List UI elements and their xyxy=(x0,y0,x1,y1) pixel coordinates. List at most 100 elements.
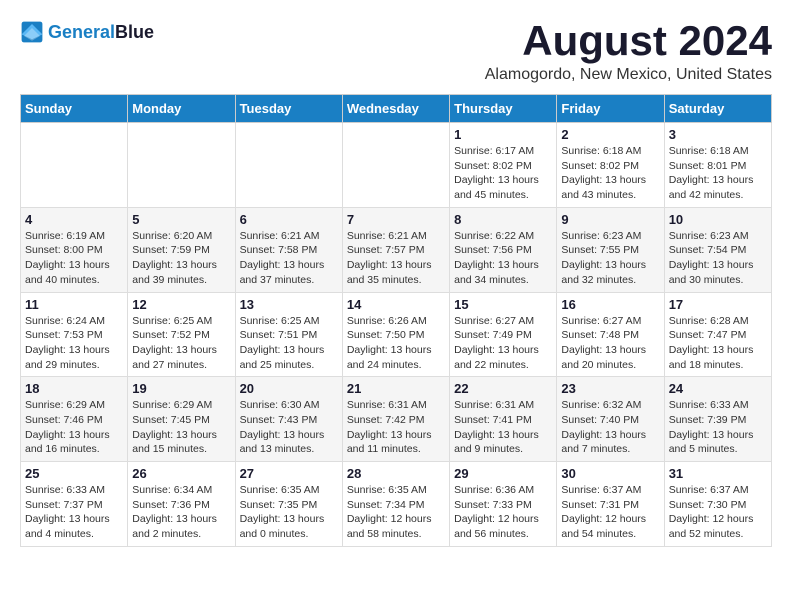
logo-icon xyxy=(20,20,44,44)
day-number: 5 xyxy=(132,212,230,227)
day-number: 18 xyxy=(25,381,123,396)
day-number: 7 xyxy=(347,212,445,227)
calendar-cell: 22 Sunrise: 6:31 AM Sunset: 7:41 PM Dayli… xyxy=(450,377,557,462)
day-number: 31 xyxy=(669,466,767,481)
day-header-monday: Monday xyxy=(128,95,235,123)
day-info: Sunrise: 6:32 AM Sunset: 7:40 PM Dayligh… xyxy=(561,398,659,457)
day-number: 14 xyxy=(347,297,445,312)
day-info: Sunrise: 6:29 AM Sunset: 7:46 PM Dayligh… xyxy=(25,398,123,457)
calendar-week-2: 4 Sunrise: 6:19 AM Sunset: 8:00 PM Daylig… xyxy=(21,207,772,292)
day-info: Sunrise: 6:25 AM Sunset: 7:51 PM Dayligh… xyxy=(240,314,338,373)
day-info: Sunrise: 6:27 AM Sunset: 7:48 PM Dayligh… xyxy=(561,314,659,373)
logo: GeneralBlue xyxy=(20,20,154,44)
calendar-week-3: 11 Sunrise: 6:24 AM Sunset: 7:53 PM Dayli… xyxy=(21,292,772,377)
calendar-cell: 28 Sunrise: 6:35 AM Sunset: 7:34 PM Dayli… xyxy=(342,462,449,547)
day-info: Sunrise: 6:31 AM Sunset: 7:41 PM Dayligh… xyxy=(454,398,552,457)
calendar-cell: 18 Sunrise: 6:29 AM Sunset: 7:46 PM Dayli… xyxy=(21,377,128,462)
day-info: Sunrise: 6:35 AM Sunset: 7:35 PM Dayligh… xyxy=(240,483,338,542)
day-info: Sunrise: 6:20 AM Sunset: 7:59 PM Dayligh… xyxy=(132,229,230,288)
day-number: 23 xyxy=(561,381,659,396)
day-number: 16 xyxy=(561,297,659,312)
day-number: 2 xyxy=(561,127,659,142)
day-number: 28 xyxy=(347,466,445,481)
calendar-cell: 21Sunrise: 6:31 AM Sunset: 7:42 PM Dayli… xyxy=(342,377,449,462)
calendar-cell: 23 Sunrise: 6:32 AM Sunset: 7:40 PM Dayli… xyxy=(557,377,664,462)
day-header-tuesday: Tuesday xyxy=(235,95,342,123)
day-number: 29 xyxy=(454,466,552,481)
day-info: Sunrise: 6:24 AM Sunset: 7:53 PM Dayligh… xyxy=(25,314,123,373)
calendar-cell: 2 Sunrise: 6:18 AM Sunset: 8:02 PM Daylig… xyxy=(557,123,664,208)
calendar-cell: 8 Sunrise: 6:22 AM Sunset: 7:56 PM Daylig… xyxy=(450,207,557,292)
calendar-cell: 1 Sunrise: 6:17 AM Sunset: 8:02 PM Daylig… xyxy=(450,123,557,208)
calendar-cell: 10 Sunrise: 6:23 AM Sunset: 7:54 PM Dayli… xyxy=(664,207,771,292)
calendar-cell xyxy=(21,123,128,208)
calendar-cell: 15Sunrise: 6:27 AM Sunset: 7:49 PM Dayli… xyxy=(450,292,557,377)
day-number: 10 xyxy=(669,212,767,227)
day-number: 27 xyxy=(240,466,338,481)
day-info: Sunrise: 6:17 AM Sunset: 8:02 PM Dayligh… xyxy=(454,144,552,203)
page-header: GeneralBlue August 2024 Alamogordo, New … xyxy=(20,20,772,84)
day-header-sunday: Sunday xyxy=(21,95,128,123)
day-number: 22 xyxy=(454,381,552,396)
day-number: 9 xyxy=(561,212,659,227)
day-number: 30 xyxy=(561,466,659,481)
calendar-cell: 17Sunrise: 6:28 AM Sunset: 7:47 PM Dayli… xyxy=(664,292,771,377)
day-header-thursday: Thursday xyxy=(450,95,557,123)
calendar-header-row: SundayMondayTuesdayWednesdayThursdayFrid… xyxy=(21,95,772,123)
calendar-cell: 29 Sunrise: 6:36 AM Sunset: 7:33 PM Dayli… xyxy=(450,462,557,547)
day-number: 1 xyxy=(454,127,552,142)
day-number: 20 xyxy=(240,381,338,396)
day-info: Sunrise: 6:23 AM Sunset: 7:54 PM Dayligh… xyxy=(669,229,767,288)
calendar-cell: 14 Sunrise: 6:26 AM Sunset: 7:50 PM Dayli… xyxy=(342,292,449,377)
calendar-cell: 13 Sunrise: 6:25 AM Sunset: 7:51 PM Dayli… xyxy=(235,292,342,377)
calendar-cell: 12 Sunrise: 6:25 AM Sunset: 7:52 PM Dayli… xyxy=(128,292,235,377)
day-info: Sunrise: 6:27 AM Sunset: 7:49 PM Dayligh… xyxy=(454,314,552,373)
calendar-table: SundayMondayTuesdayWednesdayThursdayFrid… xyxy=(20,94,772,547)
day-info: Sunrise: 6:18 AM Sunset: 8:02 PM Dayligh… xyxy=(561,144,659,203)
day-number: 4 xyxy=(25,212,123,227)
day-info: Sunrise: 6:37 AM Sunset: 7:31 PM Dayligh… xyxy=(561,483,659,542)
day-header-friday: Friday xyxy=(557,95,664,123)
calendar-cell xyxy=(235,123,342,208)
day-info: Sunrise: 6:31 AM Sunset: 7:42 PM Dayligh… xyxy=(347,398,445,457)
day-number: 12 xyxy=(132,297,230,312)
day-info: Sunrise: 6:26 AM Sunset: 7:50 PM Dayligh… xyxy=(347,314,445,373)
calendar-week-5: 25Sunrise: 6:33 AM Sunset: 7:37 PM Dayli… xyxy=(21,462,772,547)
day-info: Sunrise: 6:35 AM Sunset: 7:34 PM Dayligh… xyxy=(347,483,445,542)
calendar-cell: 20 Sunrise: 6:30 AM Sunset: 7:43 PM Dayli… xyxy=(235,377,342,462)
calendar-cell: 6 Sunrise: 6:21 AM Sunset: 7:58 PM Daylig… xyxy=(235,207,342,292)
day-info: Sunrise: 6:25 AM Sunset: 7:52 PM Dayligh… xyxy=(132,314,230,373)
calendar-cell: 11 Sunrise: 6:24 AM Sunset: 7:53 PM Dayli… xyxy=(21,292,128,377)
day-header-wednesday: Wednesday xyxy=(342,95,449,123)
day-number: 3 xyxy=(669,127,767,142)
calendar-week-4: 18 Sunrise: 6:29 AM Sunset: 7:46 PM Dayli… xyxy=(21,377,772,462)
day-info: Sunrise: 6:23 AM Sunset: 7:55 PM Dayligh… xyxy=(561,229,659,288)
day-number: 25 xyxy=(25,466,123,481)
title-area: August 2024 Alamogordo, New Mexico, Unit… xyxy=(485,20,772,84)
day-number: 13 xyxy=(240,297,338,312)
calendar-cell: 31 Sunrise: 6:37 AM Sunset: 7:30 PM Dayli… xyxy=(664,462,771,547)
calendar-cell: 26Sunrise: 6:34 AM Sunset: 7:36 PM Dayli… xyxy=(128,462,235,547)
day-number: 6 xyxy=(240,212,338,227)
day-number: 17 xyxy=(669,297,767,312)
day-info: Sunrise: 6:37 AM Sunset: 7:30 PM Dayligh… xyxy=(669,483,767,542)
calendar-cell: 7 Sunrise: 6:21 AM Sunset: 7:57 PM Daylig… xyxy=(342,207,449,292)
day-number: 8 xyxy=(454,212,552,227)
day-header-saturday: Saturday xyxy=(664,95,771,123)
day-info: Sunrise: 6:33 AM Sunset: 7:39 PM Dayligh… xyxy=(669,398,767,457)
calendar-week-1: 1 Sunrise: 6:17 AM Sunset: 8:02 PM Daylig… xyxy=(21,123,772,208)
calendar-body: 1 Sunrise: 6:17 AM Sunset: 8:02 PM Daylig… xyxy=(21,123,772,547)
day-info: Sunrise: 6:18 AM Sunset: 8:01 PM Dayligh… xyxy=(669,144,767,203)
calendar-cell xyxy=(128,123,235,208)
logo-text: GeneralBlue xyxy=(48,22,154,43)
day-number: 24 xyxy=(669,381,767,396)
day-info: Sunrise: 6:22 AM Sunset: 7:56 PM Dayligh… xyxy=(454,229,552,288)
calendar-cell: 4 Sunrise: 6:19 AM Sunset: 8:00 PM Daylig… xyxy=(21,207,128,292)
day-info: Sunrise: 6:21 AM Sunset: 7:58 PM Dayligh… xyxy=(240,229,338,288)
day-info: Sunrise: 6:36 AM Sunset: 7:33 PM Dayligh… xyxy=(454,483,552,542)
day-info: Sunrise: 6:30 AM Sunset: 7:43 PM Dayligh… xyxy=(240,398,338,457)
day-info: Sunrise: 6:21 AM Sunset: 7:57 PM Dayligh… xyxy=(347,229,445,288)
day-info: Sunrise: 6:19 AM Sunset: 8:00 PM Dayligh… xyxy=(25,229,123,288)
calendar-cell: 9 Sunrise: 6:23 AM Sunset: 7:55 PM Daylig… xyxy=(557,207,664,292)
day-number: 11 xyxy=(25,297,123,312)
